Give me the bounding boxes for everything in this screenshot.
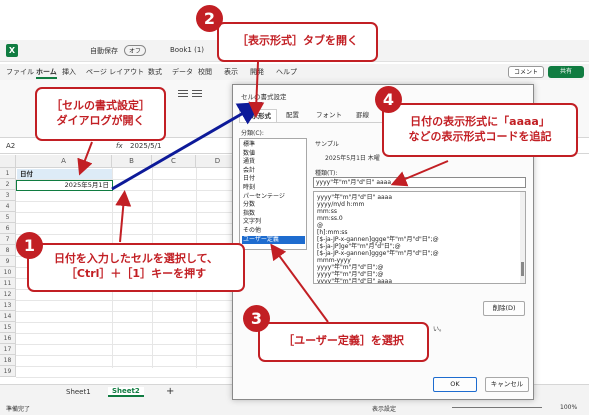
callout-step4: 日付の表示形式に「aaaa」 などの表示形式コードを追記	[382, 103, 578, 157]
callout-step1: 日付を入力したセルを選択して、 ［Ctrl］＋［1］キーを押す	[27, 243, 245, 292]
callout-step2: ［表示形式］タブを開く	[217, 22, 378, 62]
step4-badge: 4	[375, 86, 402, 113]
callout-step2-text: ［表示形式］タブを開く	[237, 34, 358, 47]
callout-step5-line1: ［セルの書式設定］	[51, 99, 150, 112]
callout-step1-line1: 日付を入力したセルを選択して、	[53, 252, 219, 265]
callout-step4-line2: などの表示形式コードを追記	[408, 130, 552, 143]
callout-step5: ［セルの書式設定］ ダイアログが開く	[35, 87, 166, 141]
callout-step4-line1: 日付の表示形式に「aaaa」	[410, 115, 550, 128]
arrow-step1	[115, 190, 132, 243]
step1-badge: 1	[16, 232, 43, 259]
callout-step3-text: ［ユーザー定義］を選択	[283, 334, 404, 347]
arrow-step5	[77, 141, 93, 176]
step2-badge: 2	[196, 5, 223, 32]
step3-badge: 3	[243, 305, 270, 332]
callout-step1-line2: ［Ctrl］＋［1］キーを押す	[65, 267, 207, 280]
callout-step3: ［ユーザー定義］を選択	[258, 322, 429, 362]
callout-step5-line2: ダイアログが開く	[56, 114, 145, 127]
arrow-step2	[248, 61, 265, 118]
arrow-step4	[390, 160, 449, 187]
arrow-step3	[270, 243, 329, 323]
